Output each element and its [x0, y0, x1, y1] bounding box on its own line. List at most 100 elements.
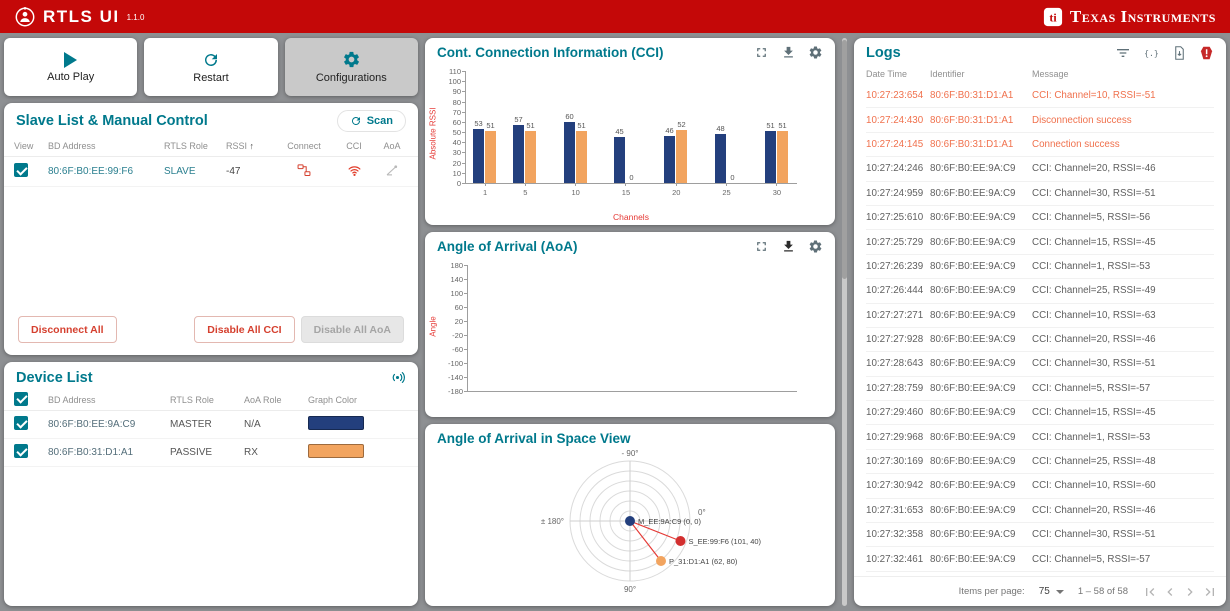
log-message: CCI: Channel=10, RSSI=-51: [1032, 90, 1156, 102]
log-row: 10:27:25:610 80:6F:B0:EE:9A:C9 CCI: Channe…: [866, 206, 1214, 231]
configurations-button[interactable]: Configurations: [284, 38, 418, 96]
disable-all-cci-button[interactable]: Disable All CCI: [194, 316, 295, 343]
slave-table-header: View BD Address RTLS Role RSSI ↑ Connect…: [4, 135, 418, 157]
download-icon[interactable]: [781, 239, 796, 254]
log-message: CCI: Channel=30, RSSI=-51: [1032, 529, 1156, 541]
cci-x-tickmark: [726, 183, 728, 186]
aoa-panel: Angle of Arrival (AoA) Angle 180 140 100 60…: [425, 232, 835, 417]
previous-page-icon[interactable]: [1162, 584, 1178, 600]
aoa-y-tick: 60: [454, 303, 463, 312]
fullscreen-icon[interactable]: [754, 239, 769, 254]
device-rtls-role: PASSIVE: [170, 447, 213, 458]
device-list-panel: Device List BD Address RTLS Role AoA Rol…: [4, 362, 418, 606]
logs-panel: Logs {.} Date Time Identifier Message 10…: [854, 38, 1226, 606]
ti-logo: ti Texas Instruments: [1043, 7, 1216, 27]
log-row: 10:27:31:653 80:6F:B0:EE:9A:C9 CCI: Channe…: [866, 499, 1214, 524]
device-bd-address: 80:6F:B0:31:D1:A1: [48, 447, 134, 458]
col-bd-address: BD Address: [48, 140, 96, 151]
app-title: RTLS UI: [43, 6, 120, 26]
cci-y-tickmark: [462, 132, 465, 134]
cci-x-tickmark: [524, 183, 526, 186]
device-row-checkbox[interactable]: [14, 416, 28, 430]
slave-list-panel: Slave List & Manual Control Scan View BD…: [4, 103, 418, 355]
cci-x-tick: 5: [523, 188, 528, 197]
last-page-icon[interactable]: [1202, 584, 1218, 600]
right-column: Logs {.} Date Time Identifier Message 10…: [854, 38, 1226, 606]
col-rssi-sort[interactable]: RSSI ↑: [226, 141, 276, 151]
settings-icon[interactable]: [808, 45, 823, 60]
log-row: 10:27:24:246 80:6F:B0:EE:9A:C9 CCI: Channe…: [866, 157, 1214, 182]
log-time: 10:27:25:729: [866, 236, 924, 248]
log-message: Connection success: [1032, 138, 1120, 150]
col-date-time: Date Time: [866, 69, 908, 79]
log-time: 10:27:24:246: [866, 163, 924, 175]
cci-x-tick: 25: [722, 188, 731, 197]
device-rtls-role: MASTER: [170, 419, 212, 430]
slave-actions: Disconnect All Disable All CCI Disable A…: [4, 316, 418, 355]
cci-y-tick: 80: [452, 97, 461, 107]
json-braces-icon[interactable]: {.}: [1143, 46, 1160, 61]
log-time: 10:27:30:942: [866, 480, 924, 492]
first-page-icon[interactable]: [1142, 584, 1158, 600]
cci-bar: [676, 130, 687, 183]
download-icon[interactable]: [781, 45, 796, 60]
device-panel-title: Device List: [16, 369, 93, 386]
restart-button[interactable]: Restart: [144, 38, 278, 96]
aoa-y-tickmark: [464, 279, 467, 280]
ti-brand-text: Texas Instruments: [1069, 6, 1216, 26]
log-identifier: 80:6F:B0:EE:9A:C9: [930, 334, 1016, 346]
log-time: 10:27:27:928: [866, 334, 924, 346]
log-row: 10:27:30:942 80:6F:B0:EE:9A:C9 CCI: Channe…: [866, 474, 1214, 499]
cci-bar-value: 60: [565, 112, 574, 121]
connect-icon[interactable]: [296, 163, 312, 178]
log-message: CCI: Channel=20, RSSI=-46: [1032, 334, 1156, 346]
log-message: Disconnection success: [1032, 114, 1132, 126]
log-identifier: 80:6F:B0:EE:9A:C9: [930, 382, 1016, 394]
fullscreen-icon[interactable]: [754, 45, 769, 60]
disconnect-all-button[interactable]: Disconnect All: [18, 316, 117, 343]
log-row: 10:27:29:460 80:6F:B0:EE:9A:C9 CCI: Channe…: [866, 401, 1214, 426]
log-row: 10:27:30:169 80:6F:B0:EE:9A:C9 CCI: Channe…: [866, 450, 1214, 475]
cci-y-tick: 30: [452, 148, 461, 158]
scrollbar-thumb[interactable]: [842, 40, 847, 279]
cci-y-tickmark: [462, 121, 465, 123]
cci-y-tickmark: [462, 101, 465, 103]
device-select-all-checkbox[interactable]: [14, 391, 28, 406]
log-identifier: 80:6F:B0:EE:9A:C9: [930, 358, 1016, 370]
device-point: [656, 556, 666, 566]
items-per-page-select[interactable]: 75: [1039, 586, 1064, 597]
cci-wifi-icon[interactable]: [346, 163, 363, 178]
col-identifier: Identifier: [930, 69, 965, 79]
log-row: 10:27:24:430 80:6F:B0:31:D1:A1 Disconnecti…: [866, 108, 1214, 133]
auto-play-button[interactable]: Auto Play: [4, 38, 138, 96]
next-page-icon[interactable]: [1182, 584, 1198, 600]
log-message: CCI: Channel=5, RSSI=-57: [1032, 553, 1151, 565]
settings-icon[interactable]: [808, 239, 823, 254]
log-identifier: 80:6F:B0:EE:9A:C9: [930, 456, 1016, 468]
scan-button[interactable]: Scan: [336, 110, 406, 132]
log-identifier: 80:6F:B0:EE:9A:C9: [930, 285, 1016, 297]
alert-icon[interactable]: [1199, 45, 1214, 61]
log-row: 10:27:23:654 80:6F:B0:31:D1:A1 CCI: Channe…: [866, 84, 1214, 109]
aoa-y-tickmark: [464, 363, 467, 364]
filter-list-icon[interactable]: [1115, 45, 1131, 61]
aoa-y-tick: -140: [447, 373, 463, 382]
export-file-icon[interactable]: [1172, 45, 1187, 61]
log-identifier: 80:6F:B0:EE:9A:C9: [930, 529, 1016, 541]
cci-x-tick: 15: [621, 188, 631, 197]
col-graph-color: Graph Color: [308, 394, 358, 405]
device-aoa-role: N/A: [244, 419, 261, 430]
slave-row-checkbox[interactable]: [14, 163, 28, 177]
log-message: CCI: Channel=5, RSSI=-56: [1032, 212, 1151, 224]
scrollbar[interactable]: [842, 38, 847, 606]
device-row-checkbox[interactable]: [14, 444, 28, 458]
log-message: CCI: Channel=1, RSSI=-53: [1032, 260, 1151, 272]
cci-bar: [564, 122, 575, 183]
log-identifier: 80:6F:B0:EE:9A:C9: [930, 504, 1016, 516]
aoa-y-tickmark: [464, 265, 467, 266]
log-row: 10:27:29:968 80:6F:B0:EE:9A:C9 CCI: Channe…: [866, 425, 1214, 450]
radar-icon[interactable]: [389, 369, 406, 386]
aoa-angle-icon[interactable]: [384, 163, 400, 178]
toolbar: Auto Play Restart Configurations: [4, 38, 418, 96]
cci-panel: Cont. Connection Information (CCI) Absol…: [425, 38, 835, 225]
